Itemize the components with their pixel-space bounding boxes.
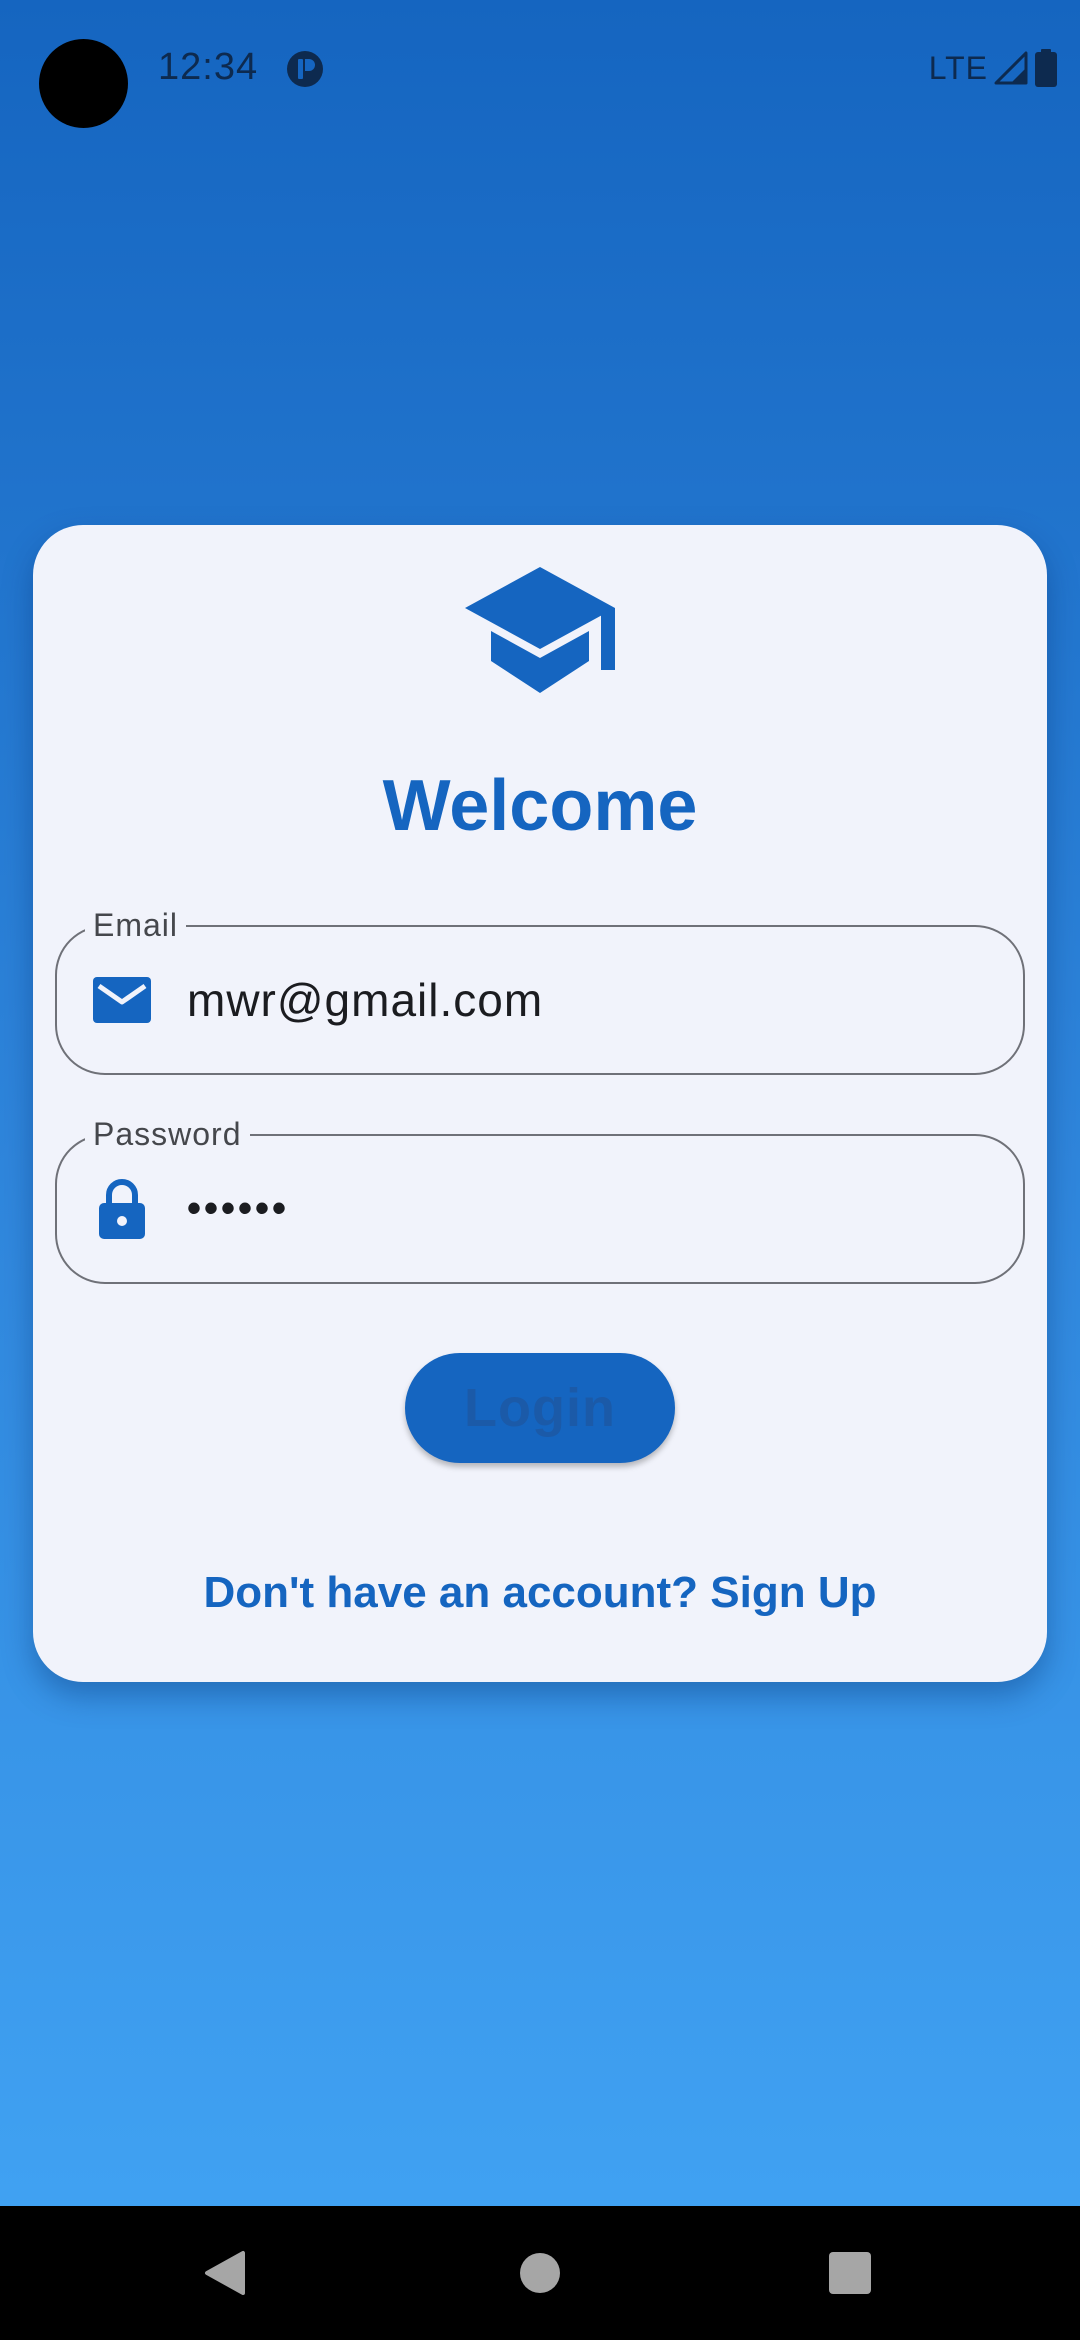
password-field-label: Password — [85, 1114, 250, 1154]
home-button[interactable] — [480, 2206, 600, 2340]
login-card: Welcome Email mwr@gmail.com Password •••… — [33, 525, 1047, 1682]
navigation-bar — [0, 2206, 1080, 2340]
welcome-title: Welcome — [382, 766, 698, 846]
password-field[interactable]: Password •••••• — [55, 1114, 1025, 1284]
back-icon — [205, 2251, 245, 2295]
signal-icon — [994, 51, 1028, 85]
app-notification-icon — [287, 51, 323, 87]
camera-cutout — [39, 39, 128, 128]
login-button-label: Login — [464, 1378, 616, 1438]
recents-icon — [829, 2252, 871, 2294]
home-icon — [520, 2253, 560, 2293]
status-bar: 12:34 LTE — [0, 0, 1080, 140]
lock-icon — [99, 1179, 145, 1239]
login-button[interactable]: Login — [405, 1353, 675, 1463]
password-input[interactable]: •••••• — [187, 1187, 289, 1232]
email-field-label: Email — [85, 905, 187, 945]
back-button[interactable] — [165, 2206, 285, 2340]
email-icon — [93, 977, 151, 1023]
battery-icon — [1035, 49, 1057, 87]
recents-button[interactable] — [790, 2206, 910, 2340]
signup-link[interactable]: Don't have an account? Sign Up — [33, 1568, 1047, 1618]
status-indicators: LTE — [929, 48, 1058, 88]
email-input[interactable]: mwr@gmail.com — [187, 973, 543, 1027]
status-time: 12:34 — [158, 46, 259, 88]
email-field[interactable]: Email mwr@gmail.com — [55, 905, 1025, 1075]
network-type: LTE — [928, 49, 988, 86]
graduation-cap-icon — [465, 567, 615, 693]
